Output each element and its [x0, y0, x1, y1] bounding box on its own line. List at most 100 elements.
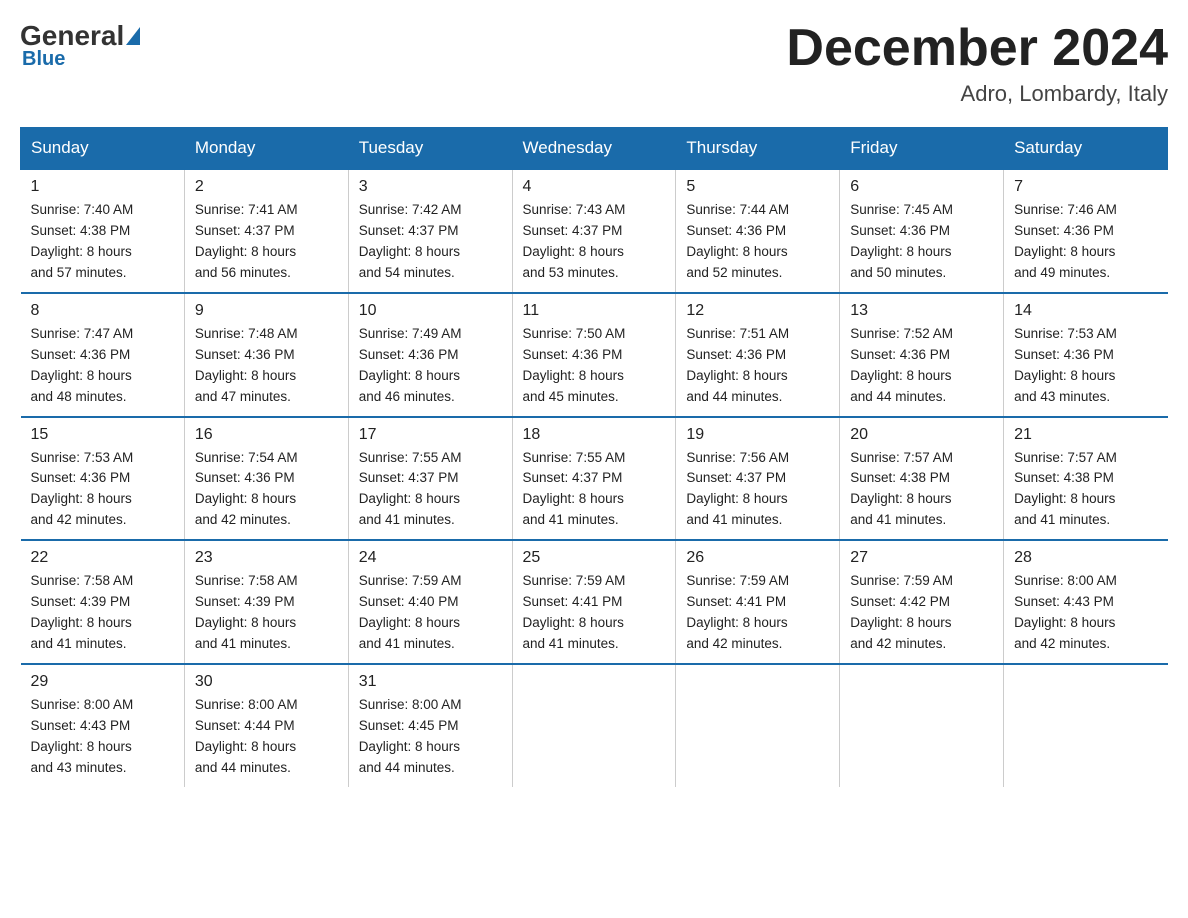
day-number: 14 — [1014, 302, 1157, 320]
header-monday: Monday — [184, 128, 348, 170]
day-info: Sunrise: 7:59 AM Sunset: 4:41 PM Dayligh… — [686, 571, 829, 655]
logo-blue: Blue — [22, 48, 65, 71]
header-saturday: Saturday — [1004, 128, 1168, 170]
day-cell — [512, 664, 676, 787]
day-info: Sunrise: 7:53 AM Sunset: 4:36 PM Dayligh… — [31, 448, 174, 532]
day-number: 15 — [31, 426, 174, 444]
day-cell: 27 Sunrise: 7:59 AM Sunset: 4:42 PM Dayl… — [840, 540, 1004, 664]
day-info: Sunrise: 7:40 AM Sunset: 4:38 PM Dayligh… — [31, 200, 174, 284]
week-row-1: 1 Sunrise: 7:40 AM Sunset: 4:38 PM Dayli… — [21, 169, 1168, 293]
day-info: Sunrise: 8:00 AM Sunset: 4:44 PM Dayligh… — [195, 695, 338, 779]
day-number: 23 — [195, 549, 338, 567]
day-cell: 15 Sunrise: 7:53 AM Sunset: 4:36 PM Dayl… — [21, 417, 185, 541]
calendar-table: SundayMondayTuesdayWednesdayThursdayFrid… — [20, 127, 1168, 786]
day-info: Sunrise: 7:50 AM Sunset: 4:36 PM Dayligh… — [523, 324, 666, 408]
day-cell: 17 Sunrise: 7:55 AM Sunset: 4:37 PM Dayl… — [348, 417, 512, 541]
day-info: Sunrise: 7:59 AM Sunset: 4:42 PM Dayligh… — [850, 571, 993, 655]
page-header: General Blue December 2024 Adro, Lombard… — [20, 20, 1168, 107]
day-cell: 19 Sunrise: 7:56 AM Sunset: 4:37 PM Dayl… — [676, 417, 840, 541]
day-info: Sunrise: 7:48 AM Sunset: 4:36 PM Dayligh… — [195, 324, 338, 408]
day-number: 17 — [359, 426, 502, 444]
day-cell: 11 Sunrise: 7:50 AM Sunset: 4:36 PM Dayl… — [512, 293, 676, 417]
day-cell: 13 Sunrise: 7:52 AM Sunset: 4:36 PM Dayl… — [840, 293, 1004, 417]
day-number: 21 — [1014, 426, 1157, 444]
day-info: Sunrise: 7:45 AM Sunset: 4:36 PM Dayligh… — [850, 200, 993, 284]
day-cell: 24 Sunrise: 7:59 AM Sunset: 4:40 PM Dayl… — [348, 540, 512, 664]
day-info: Sunrise: 7:56 AM Sunset: 4:37 PM Dayligh… — [686, 448, 829, 532]
day-number: 7 — [1014, 178, 1157, 196]
day-cell: 2 Sunrise: 7:41 AM Sunset: 4:37 PM Dayli… — [184, 169, 348, 293]
day-number: 5 — [686, 178, 829, 196]
day-info: Sunrise: 7:59 AM Sunset: 4:41 PM Dayligh… — [523, 571, 666, 655]
day-info: Sunrise: 7:49 AM Sunset: 4:36 PM Dayligh… — [359, 324, 502, 408]
day-info: Sunrise: 7:52 AM Sunset: 4:36 PM Dayligh… — [850, 324, 993, 408]
day-info: Sunrise: 8:00 AM Sunset: 4:45 PM Dayligh… — [359, 695, 502, 779]
header-sunday: Sunday — [21, 128, 185, 170]
day-cell — [676, 664, 840, 787]
header-row: SundayMondayTuesdayWednesdayThursdayFrid… — [21, 128, 1168, 170]
day-info: Sunrise: 7:53 AM Sunset: 4:36 PM Dayligh… — [1014, 324, 1157, 408]
week-row-3: 15 Sunrise: 7:53 AM Sunset: 4:36 PM Dayl… — [21, 417, 1168, 541]
location-title: Adro, Lombardy, Italy — [786, 81, 1168, 107]
day-number: 11 — [523, 302, 666, 320]
day-number: 30 — [195, 673, 338, 691]
day-cell: 29 Sunrise: 8:00 AM Sunset: 4:43 PM Dayl… — [21, 664, 185, 787]
day-cell: 18 Sunrise: 7:55 AM Sunset: 4:37 PM Dayl… — [512, 417, 676, 541]
logo-triangle-icon — [126, 27, 140, 45]
day-number: 19 — [686, 426, 829, 444]
day-number: 26 — [686, 549, 829, 567]
day-info: Sunrise: 8:00 AM Sunset: 4:43 PM Dayligh… — [31, 695, 174, 779]
header-wednesday: Wednesday — [512, 128, 676, 170]
day-info: Sunrise: 7:54 AM Sunset: 4:36 PM Dayligh… — [195, 448, 338, 532]
day-number: 25 — [523, 549, 666, 567]
day-number: 24 — [359, 549, 502, 567]
day-cell: 10 Sunrise: 7:49 AM Sunset: 4:36 PM Dayl… — [348, 293, 512, 417]
logo: General Blue — [20, 20, 142, 71]
day-number: 9 — [195, 302, 338, 320]
header-tuesday: Tuesday — [348, 128, 512, 170]
day-cell: 26 Sunrise: 7:59 AM Sunset: 4:41 PM Dayl… — [676, 540, 840, 664]
week-row-4: 22 Sunrise: 7:58 AM Sunset: 4:39 PM Dayl… — [21, 540, 1168, 664]
day-cell: 1 Sunrise: 7:40 AM Sunset: 4:38 PM Dayli… — [21, 169, 185, 293]
day-number: 6 — [850, 178, 993, 196]
day-number: 31 — [359, 673, 502, 691]
day-number: 2 — [195, 178, 338, 196]
day-number: 18 — [523, 426, 666, 444]
day-cell — [840, 664, 1004, 787]
day-cell: 28 Sunrise: 8:00 AM Sunset: 4:43 PM Dayl… — [1004, 540, 1168, 664]
day-cell: 22 Sunrise: 7:58 AM Sunset: 4:39 PM Dayl… — [21, 540, 185, 664]
day-cell: 25 Sunrise: 7:59 AM Sunset: 4:41 PM Dayl… — [512, 540, 676, 664]
day-cell: 31 Sunrise: 8:00 AM Sunset: 4:45 PM Dayl… — [348, 664, 512, 787]
week-row-5: 29 Sunrise: 8:00 AM Sunset: 4:43 PM Dayl… — [21, 664, 1168, 787]
header-thursday: Thursday — [676, 128, 840, 170]
day-cell: 6 Sunrise: 7:45 AM Sunset: 4:36 PM Dayli… — [840, 169, 1004, 293]
day-info: Sunrise: 7:57 AM Sunset: 4:38 PM Dayligh… — [850, 448, 993, 532]
day-number: 22 — [31, 549, 174, 567]
day-info: Sunrise: 8:00 AM Sunset: 4:43 PM Dayligh… — [1014, 571, 1157, 655]
day-info: Sunrise: 7:58 AM Sunset: 4:39 PM Dayligh… — [31, 571, 174, 655]
day-number: 29 — [31, 673, 174, 691]
day-cell: 9 Sunrise: 7:48 AM Sunset: 4:36 PM Dayli… — [184, 293, 348, 417]
day-info: Sunrise: 7:55 AM Sunset: 4:37 PM Dayligh… — [523, 448, 666, 532]
day-info: Sunrise: 7:47 AM Sunset: 4:36 PM Dayligh… — [31, 324, 174, 408]
day-cell: 20 Sunrise: 7:57 AM Sunset: 4:38 PM Dayl… — [840, 417, 1004, 541]
day-number: 4 — [523, 178, 666, 196]
day-info: Sunrise: 7:44 AM Sunset: 4:36 PM Dayligh… — [686, 200, 829, 284]
day-cell: 21 Sunrise: 7:57 AM Sunset: 4:38 PM Dayl… — [1004, 417, 1168, 541]
day-cell: 5 Sunrise: 7:44 AM Sunset: 4:36 PM Dayli… — [676, 169, 840, 293]
day-info: Sunrise: 7:55 AM Sunset: 4:37 PM Dayligh… — [359, 448, 502, 532]
week-row-2: 8 Sunrise: 7:47 AM Sunset: 4:36 PM Dayli… — [21, 293, 1168, 417]
day-info: Sunrise: 7:58 AM Sunset: 4:39 PM Dayligh… — [195, 571, 338, 655]
day-cell: 4 Sunrise: 7:43 AM Sunset: 4:37 PM Dayli… — [512, 169, 676, 293]
day-info: Sunrise: 7:46 AM Sunset: 4:36 PM Dayligh… — [1014, 200, 1157, 284]
day-number: 16 — [195, 426, 338, 444]
day-cell — [1004, 664, 1168, 787]
day-cell: 3 Sunrise: 7:42 AM Sunset: 4:37 PM Dayli… — [348, 169, 512, 293]
day-cell: 30 Sunrise: 8:00 AM Sunset: 4:44 PM Dayl… — [184, 664, 348, 787]
day-number: 13 — [850, 302, 993, 320]
day-number: 20 — [850, 426, 993, 444]
day-cell: 23 Sunrise: 7:58 AM Sunset: 4:39 PM Dayl… — [184, 540, 348, 664]
day-info: Sunrise: 7:43 AM Sunset: 4:37 PM Dayligh… — [523, 200, 666, 284]
day-info: Sunrise: 7:42 AM Sunset: 4:37 PM Dayligh… — [359, 200, 502, 284]
day-number: 28 — [1014, 549, 1157, 567]
